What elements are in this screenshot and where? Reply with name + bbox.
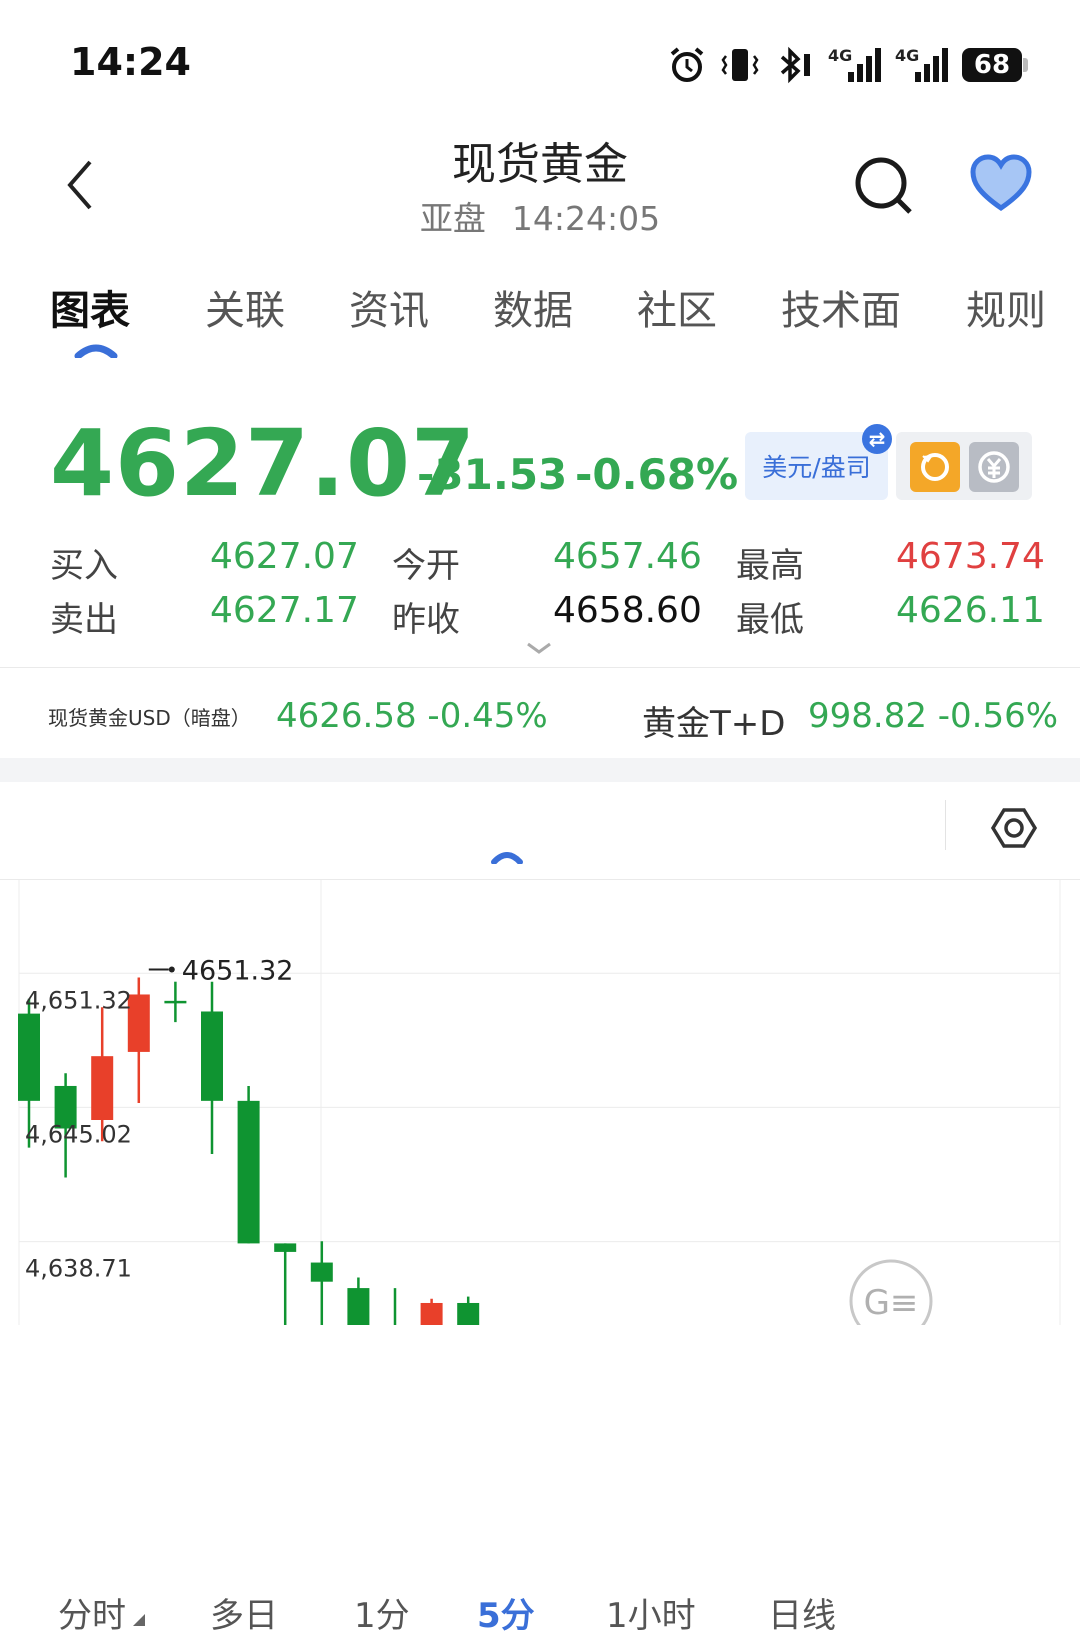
candle-body [274,1243,297,1252]
tab-community[interactable]: 社区 [637,278,717,336]
status-time: 14:24 [70,40,191,84]
divider [0,667,1080,668]
candle-body [164,1000,187,1004]
signal-icon: 4G [828,46,881,82]
price-change: -31.53 [417,450,568,499]
signal-icon-2: 4G [895,46,948,82]
favorite-heart-icon[interactable] [968,152,1034,216]
buy-label: 买入 [50,546,118,586]
period-tab-1hour[interactable]: 1小时 [606,1588,696,1637]
td-ticker-name[interactable]: 黄金T+D [642,696,785,745]
dark-pool-price: 4626.58 [276,696,417,736]
td-pct: -0.56% [937,696,1059,736]
y-axis-label: 4,651.32 [25,986,132,1014]
candle-body [420,1302,443,1325]
swap-icon: ⇄ [862,424,892,454]
watermark-logo: G≡ [849,1259,933,1325]
low-label: 最低 [736,600,804,640]
active-tab-indicator [74,344,118,358]
search-icon[interactable] [852,154,916,218]
tab-technical[interactable]: 技术面 [781,278,901,336]
prev-close-label: 昨收 [392,600,460,640]
signal-label-2: 4G [895,46,920,65]
dark-pool-pct: -0.45% [427,696,548,736]
status-icons: 4G 4G 68 [668,42,1028,88]
tab-data[interactable]: 数据 [493,278,573,336]
td-ticker-price[interactable]: 998.82 -0.56% [808,696,1058,736]
page-title: 现货黄金 [452,139,628,190]
open-price: 4657.46 [553,536,702,577]
max-price-label: 4651.32 [182,955,294,986]
exchange-button[interactable] [969,442,1019,492]
tab-bar: 图表 关联 资讯 数据 社区 技术面 规则 [0,278,1080,348]
y-axis-label: 4,638.71 [25,1255,132,1283]
period-tab-daily[interactable]: 日线 [768,1588,836,1637]
low-price: 4626.11 [896,590,1045,631]
high-label: 最高 [736,546,804,586]
signal-label: 4G [828,46,853,65]
session-label: 亚盘 [419,199,486,238]
chevron-down-icon[interactable] [525,640,553,656]
candle-body [457,1302,480,1325]
settings-hexagon-icon[interactable] [990,804,1038,852]
candle-body [347,1288,370,1325]
candle-body [201,1011,223,1101]
sell-label: 卖出 [50,600,118,640]
tab-related[interactable]: 关联 [205,278,285,336]
period-active-indicator [491,852,523,864]
candle-body [18,1013,40,1101]
buy-price: 4627.07 [210,536,359,577]
sell-price: 4627.17 [210,590,359,631]
battery-icon: 68 [962,48,1028,82]
tab-chart[interactable]: 图表 [50,278,130,336]
last-price: 4627.07 [50,410,477,517]
dropdown-triangle-icon [133,1614,145,1626]
session-info: 亚盘 14:24:05 [0,192,1080,240]
candle-body [237,1100,260,1244]
session-clock: 14:24:05 [511,199,661,238]
refresh-button[interactable] [910,442,960,492]
period-bar: 分时 多日 1分 5分 1小时 日线 [0,782,1080,1636]
price-change-pct: -0.68% [575,450,739,499]
dark-pool-ticker-name: 现货黄金USD（暗盘） [48,706,251,730]
divider [945,800,946,850]
y-axis-label: 4,645.02 [25,1120,132,1148]
period-tab-5min[interactable]: 5分 [477,1588,535,1637]
period-tab-1min[interactable]: 1分 [354,1588,410,1637]
tab-news[interactable]: 资讯 [349,278,429,336]
open-label: 今开 [392,546,460,586]
bluetooth-icon [780,46,810,84]
section-separator [0,758,1080,782]
prev-close-price: 4658.60 [553,590,702,631]
period-tab-multiday[interactable]: 多日 [210,1588,278,1637]
candle-body [91,1056,114,1120]
tab-rules[interactable]: 规则 [966,278,1046,336]
dark-pool-ticker-price[interactable]: 4626.58 -0.45% [276,696,548,736]
alarm-icon [670,47,704,82]
currency-exchange-icon [978,451,1010,483]
svg-text:G≡: G≡ [864,1283,919,1323]
td-price: 998.82 [808,696,927,736]
max-marker-dot [168,966,175,973]
high-price: 4673.74 [896,536,1045,577]
vibrate-icon [721,49,759,81]
period-tab-intraday[interactable]: 分时 [58,1588,126,1637]
candle-body [310,1262,333,1282]
refresh-icon [921,453,949,481]
